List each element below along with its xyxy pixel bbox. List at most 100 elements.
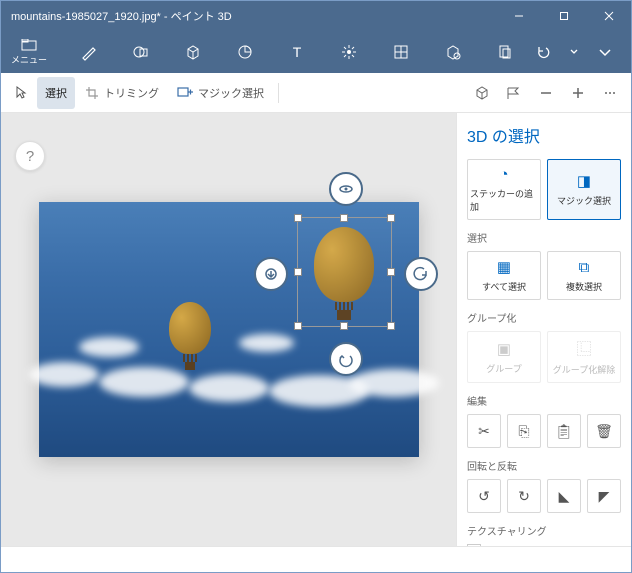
titlebar: mountains-1985027_1920.jpg* - ペイント 3D: [1, 1, 631, 31]
side-heading: 3D の選択: [467, 123, 621, 147]
resize-handle-nw[interactable]: [294, 214, 302, 222]
plus-icon: [571, 86, 585, 100]
ribbon-3d-shapes[interactable]: [177, 36, 209, 68]
resize-handle-w[interactable]: [294, 268, 302, 276]
rotate-right-icon: ↻: [518, 488, 530, 505]
rotate-x-icon: [337, 350, 355, 368]
resize-handle-n[interactable]: [340, 214, 348, 222]
cube-icon: [474, 85, 490, 101]
shapes-2d-icon: [132, 43, 150, 61]
ribbon-3d-library[interactable]: [437, 36, 469, 68]
cut-button[interactable]: ✂: [467, 414, 501, 448]
multi-select-button[interactable]: ⧉ 複数選択: [547, 251, 621, 300]
flag-icon: [506, 86, 522, 100]
crop-icon: [85, 86, 99, 100]
undo-icon: [535, 44, 551, 60]
chevron-down-icon: [569, 44, 579, 60]
magic-select-button[interactable]: ◨ マジック選択: [547, 159, 621, 220]
copy-icon: ⎘: [518, 423, 529, 440]
folder-icon: [21, 39, 37, 51]
ribbon: メニュー T: [1, 31, 631, 73]
magic-select-icon: ◨: [577, 172, 591, 190]
help-button[interactable]: ?: [15, 141, 45, 171]
zoom-in-button[interactable]: [563, 78, 593, 108]
trash-icon: 🗑︎: [595, 423, 613, 440]
ribbon-undo[interactable]: [527, 36, 559, 68]
depth-icon: [262, 265, 280, 283]
rotate-right-button[interactable]: ↻: [507, 479, 541, 513]
zoom-out-button[interactable]: [531, 78, 561, 108]
minus-icon: [539, 86, 553, 100]
flip-vertical-button[interactable]: ◤: [587, 479, 621, 513]
window-controls: [496, 1, 631, 31]
menu-button[interactable]: メニュー: [5, 32, 53, 72]
sticker-add-button[interactable]: ◔ ステッカーの追加: [467, 159, 541, 220]
select-tool[interactable]: 選択: [37, 77, 75, 109]
paste-icon: 📋︎: [555, 423, 573, 440]
magic-select-icon: [177, 86, 193, 100]
side-panel: 3D の選択 ◔ ステッカーの追加 ◨ マジック選択 選択 ▦ すべて選択 ⧉: [456, 113, 631, 546]
ungroup-button: ⿺ グループ化解除: [547, 331, 621, 383]
group-button: ▣ グループ: [467, 331, 541, 383]
library-icon: [444, 43, 462, 61]
sticker-icon: ◔: [499, 166, 508, 183]
ribbon-brushes[interactable]: [73, 36, 105, 68]
statusbar: [1, 546, 631, 572]
flip-horizontal-button[interactable]: ◣: [547, 479, 581, 513]
view-3d-button[interactable]: [467, 78, 497, 108]
select-all-icon: ▦: [497, 258, 511, 276]
ribbon-paste[interactable]: [489, 36, 521, 68]
resize-handle-s[interactable]: [340, 322, 348, 330]
multi-select-icon: ⧉: [579, 259, 590, 276]
resize-handle-e[interactable]: [387, 268, 395, 276]
ribbon-stickers[interactable]: [229, 36, 261, 68]
ribbon-redo[interactable]: [589, 36, 621, 68]
sticker-icon: [236, 43, 254, 61]
copy-button[interactable]: ⎘: [507, 414, 541, 448]
rotate-y-button[interactable]: [404, 257, 438, 291]
canvas[interactable]: [39, 202, 419, 457]
minimize-button[interactable]: [496, 1, 541, 31]
ribbon-effects[interactable]: [333, 36, 365, 68]
body: ?: [1, 113, 631, 546]
ribbon-text[interactable]: T: [281, 36, 313, 68]
selection-box[interactable]: [297, 217, 392, 327]
canvas-icon: [392, 43, 410, 61]
paste-button[interactable]: 📋︎: [547, 414, 581, 448]
rotate-left-button[interactable]: ↺: [467, 479, 501, 513]
view-mixed-button[interactable]: [499, 78, 529, 108]
rotate-left-icon: ↺: [478, 488, 490, 505]
chevron-down-icon: [597, 44, 613, 60]
cut-icon: ✂: [478, 423, 490, 440]
maximize-button[interactable]: [541, 1, 586, 31]
ribbon-history[interactable]: [565, 36, 583, 68]
ungroup-icon: ⿺: [576, 338, 591, 359]
pointer-icon: [15, 86, 27, 100]
group-icon: ▣: [497, 340, 511, 358]
text-icon: T: [288, 43, 306, 61]
app-window: mountains-1985027_1920.jpg* - ペイント 3D メニ…: [0, 0, 632, 573]
select-all-button[interactable]: ▦ すべて選択: [467, 251, 541, 300]
ribbon-2d-shapes[interactable]: [125, 36, 157, 68]
rotate-z-button[interactable]: [329, 172, 363, 206]
close-button[interactable]: [586, 1, 631, 31]
canvas-area[interactable]: ?: [1, 113, 456, 546]
delete-button[interactable]: 🗑︎: [587, 414, 621, 448]
sub-toolbar: 選択 トリミング マジック選択: [1, 73, 631, 113]
depth-button[interactable]: [254, 257, 288, 291]
edit-section-label: 編集: [467, 393, 621, 408]
resize-handle-sw[interactable]: [294, 322, 302, 330]
magic-select-tool[interactable]: マジック選択: [169, 77, 272, 109]
ribbon-canvas[interactable]: [385, 36, 417, 68]
rotate-section-label: 回転と反転: [467, 458, 621, 473]
balloon-object-1[interactable]: [169, 302, 211, 370]
resize-handle-ne[interactable]: [387, 214, 395, 222]
more-button[interactable]: [595, 78, 625, 108]
resize-handle-se[interactable]: [387, 322, 395, 330]
window-title: mountains-1985027_1920.jpg* - ペイント 3D: [1, 8, 496, 24]
pointer-tool[interactable]: [7, 77, 35, 109]
paste-icon: [497, 44, 513, 60]
rotate-x-button[interactable]: [329, 342, 363, 376]
crop-tool[interactable]: トリミング: [77, 77, 167, 109]
texturing-section-label: テクスチャリング: [467, 523, 621, 538]
